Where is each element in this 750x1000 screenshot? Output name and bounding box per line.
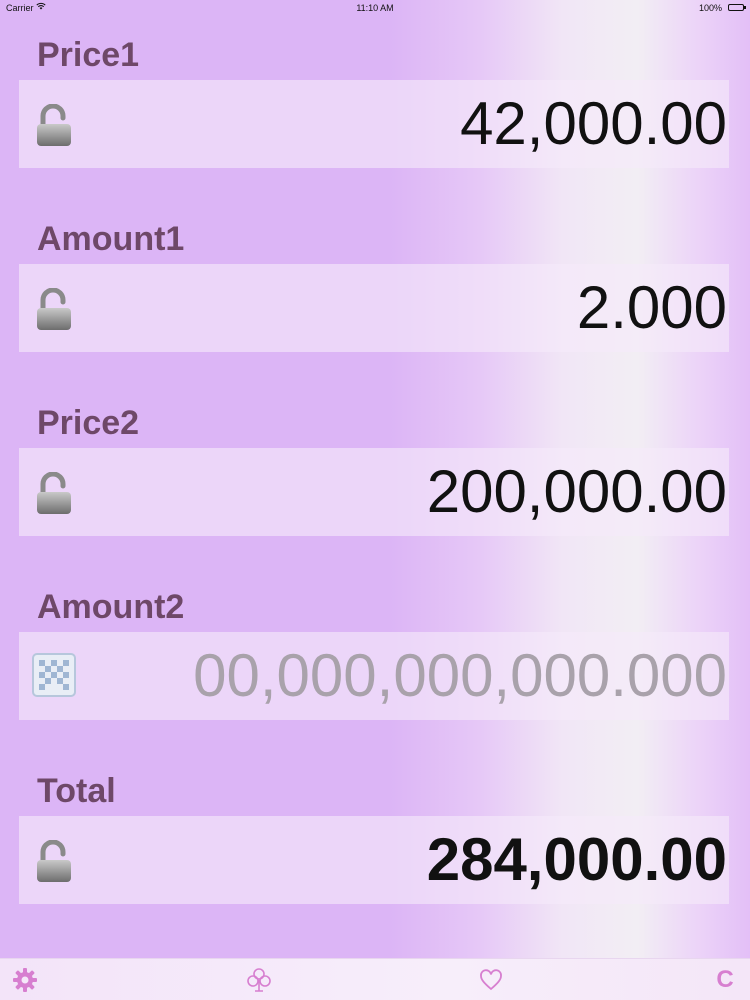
amount2-field[interactable]: 00,000,000,000.000 bbox=[19, 632, 729, 720]
clear-button[interactable]: C bbox=[712, 967, 738, 993]
amount2-placeholder[interactable]: 00,000,000,000.000 bbox=[193, 632, 727, 720]
battery-icon bbox=[728, 4, 746, 11]
heart-icon[interactable] bbox=[478, 967, 504, 993]
tab-bar: C bbox=[0, 958, 750, 1000]
unlock-icon[interactable] bbox=[35, 471, 75, 516]
price2-label: Price2 bbox=[37, 404, 140, 442]
price1-field[interactable]: 42,000.00 bbox=[19, 80, 729, 168]
status-bar: Carrier 11:10 AM 100% bbox=[0, 0, 750, 16]
unlock-icon[interactable] bbox=[35, 103, 75, 148]
amount2-label: Amount2 bbox=[37, 588, 185, 626]
price2-field[interactable]: 200,000.00 bbox=[19, 448, 729, 536]
battery-percent: 100% bbox=[698, 3, 722, 13]
unlock-icon[interactable] bbox=[35, 839, 75, 884]
price1-value[interactable]: 42,000.00 bbox=[460, 80, 727, 168]
total-value[interactable]: 284,000.00 bbox=[427, 816, 727, 904]
unlock-icon[interactable] bbox=[35, 287, 75, 332]
total-field[interactable]: 284,000.00 bbox=[19, 816, 729, 904]
amount1-value[interactable]: 2.000 bbox=[577, 264, 727, 352]
amount1-field[interactable]: 2.000 bbox=[19, 264, 729, 352]
club-icon[interactable] bbox=[246, 967, 272, 993]
clock: 11:10 AM bbox=[356, 3, 394, 13]
amount1-label: Amount1 bbox=[37, 220, 185, 258]
calculate-dice-icon[interactable] bbox=[31, 652, 77, 698]
price1-label: Price1 bbox=[37, 36, 140, 74]
gear-icon[interactable] bbox=[12, 967, 38, 993]
total-label: Total bbox=[37, 772, 116, 810]
price2-value[interactable]: 200,000.00 bbox=[427, 448, 727, 536]
